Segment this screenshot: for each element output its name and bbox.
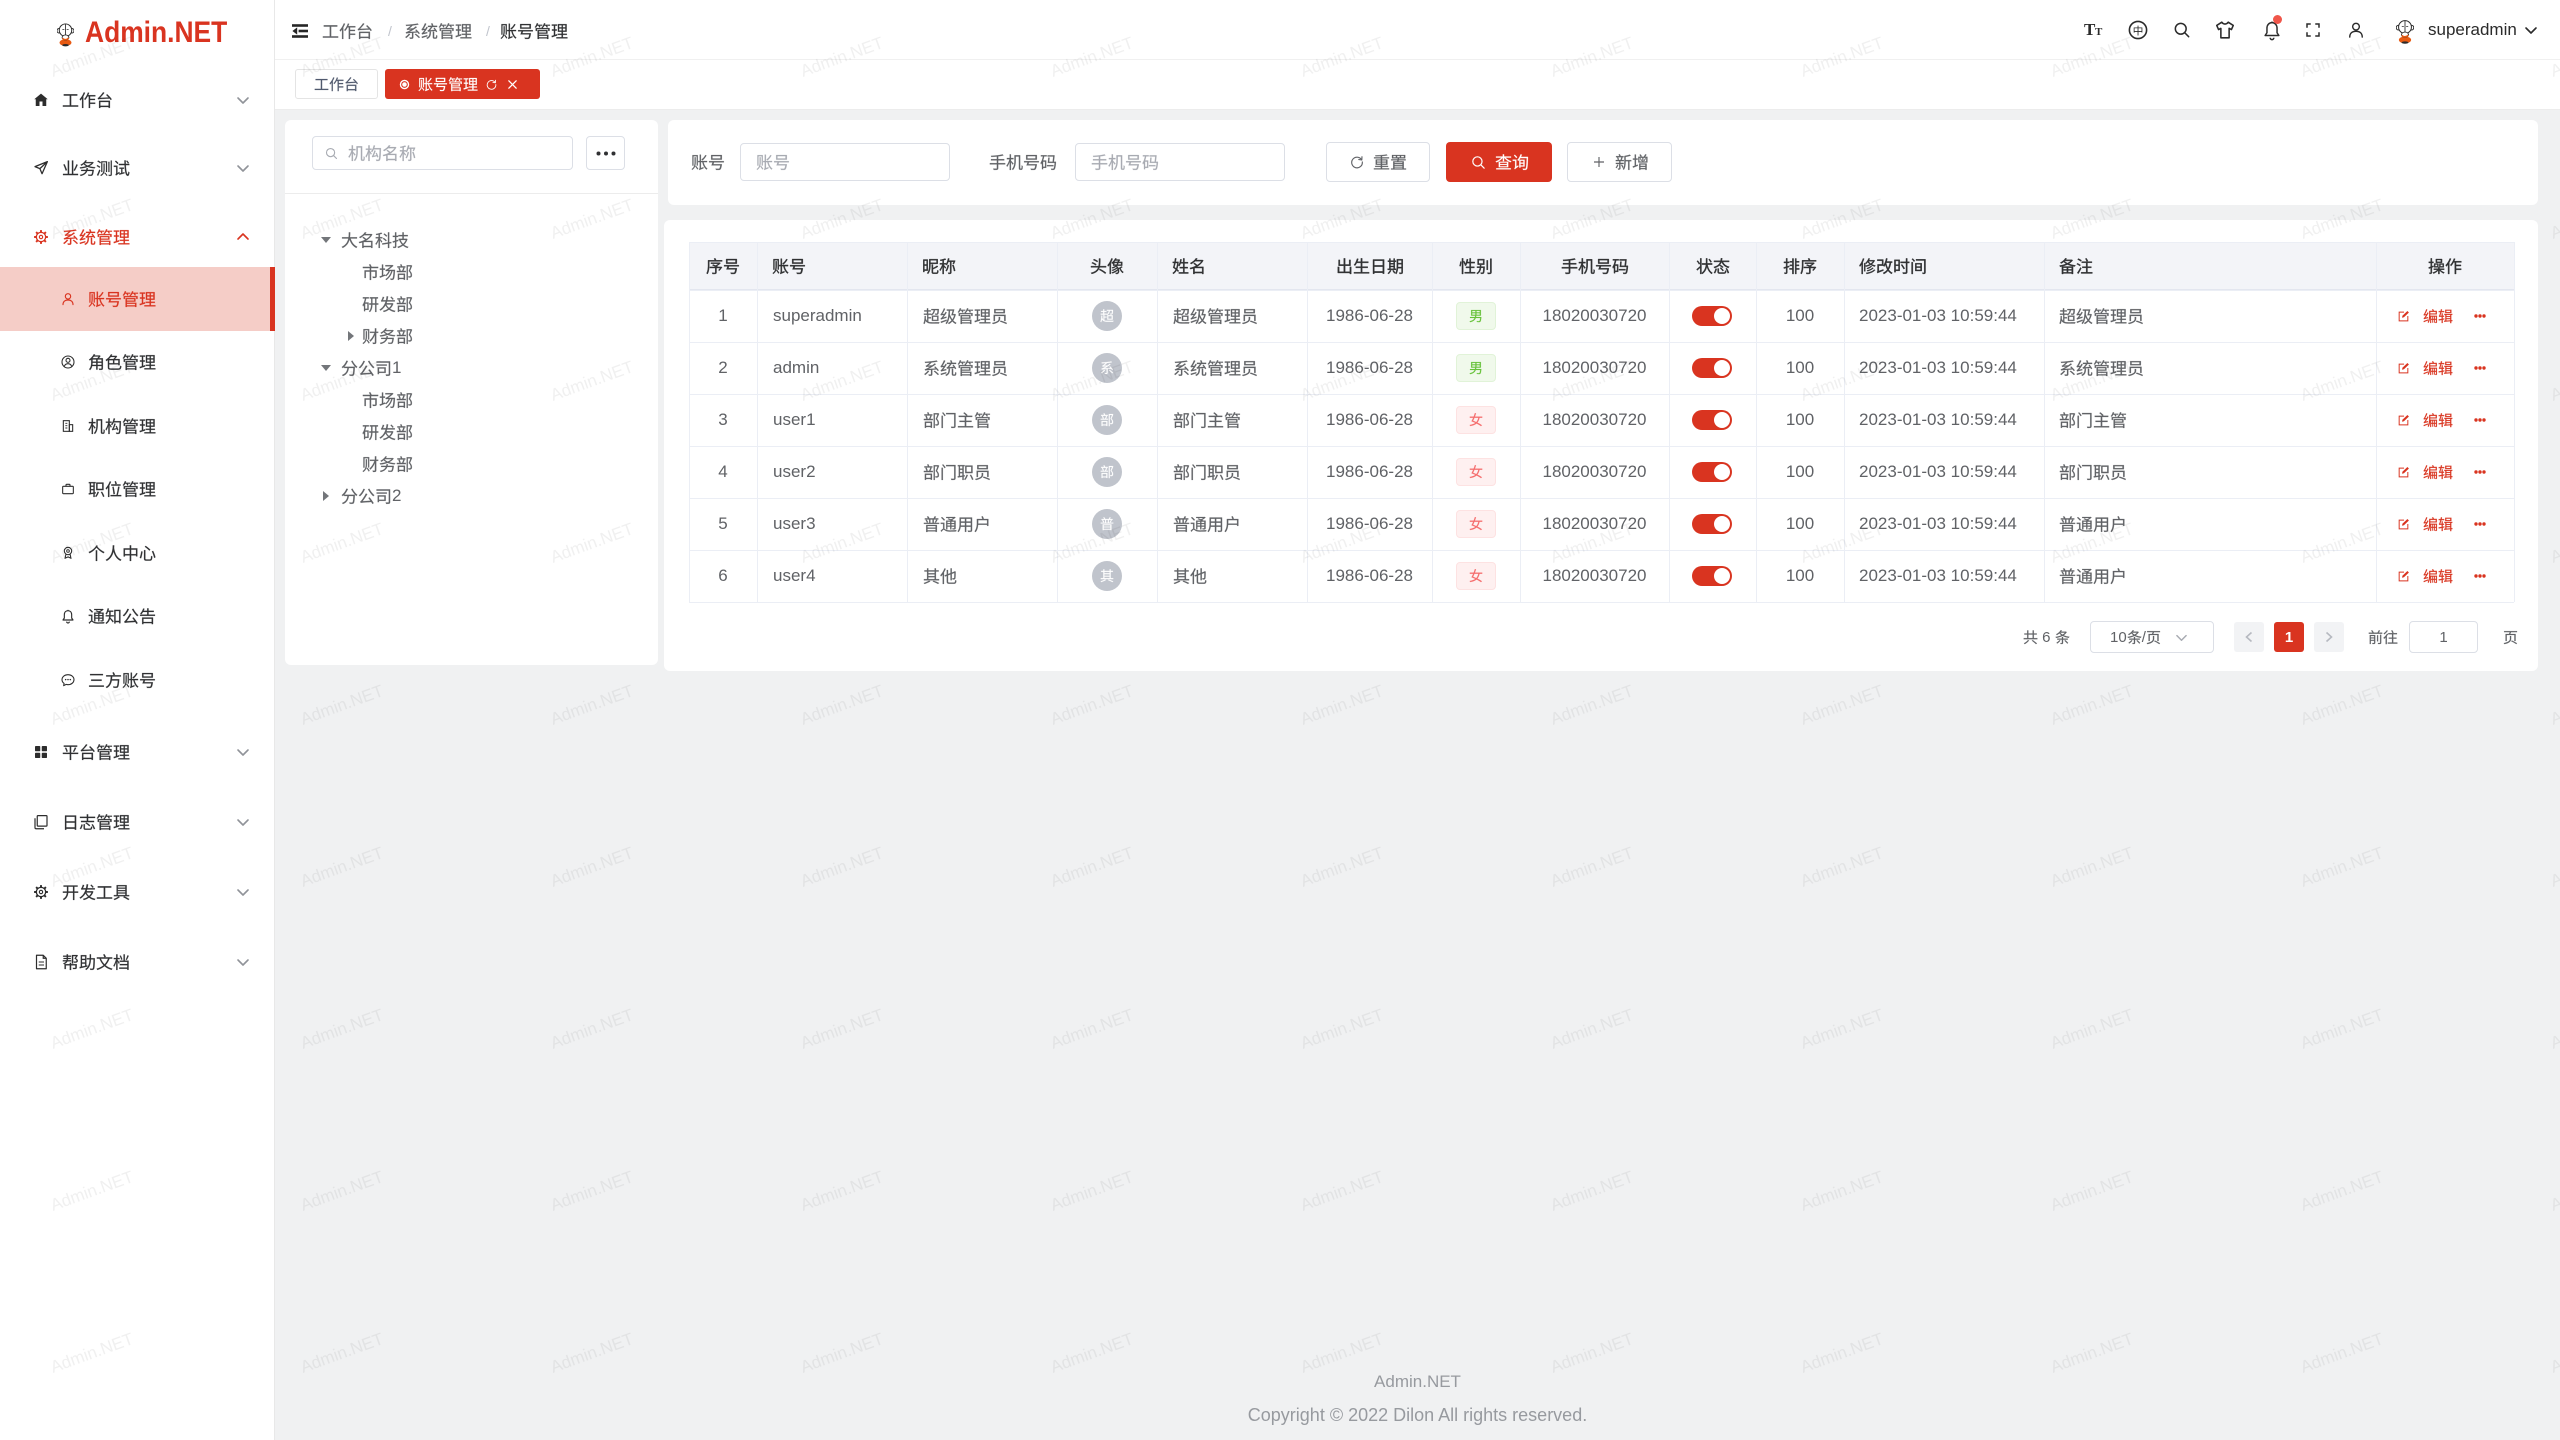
svg-text:T: T [2095,26,2103,38]
